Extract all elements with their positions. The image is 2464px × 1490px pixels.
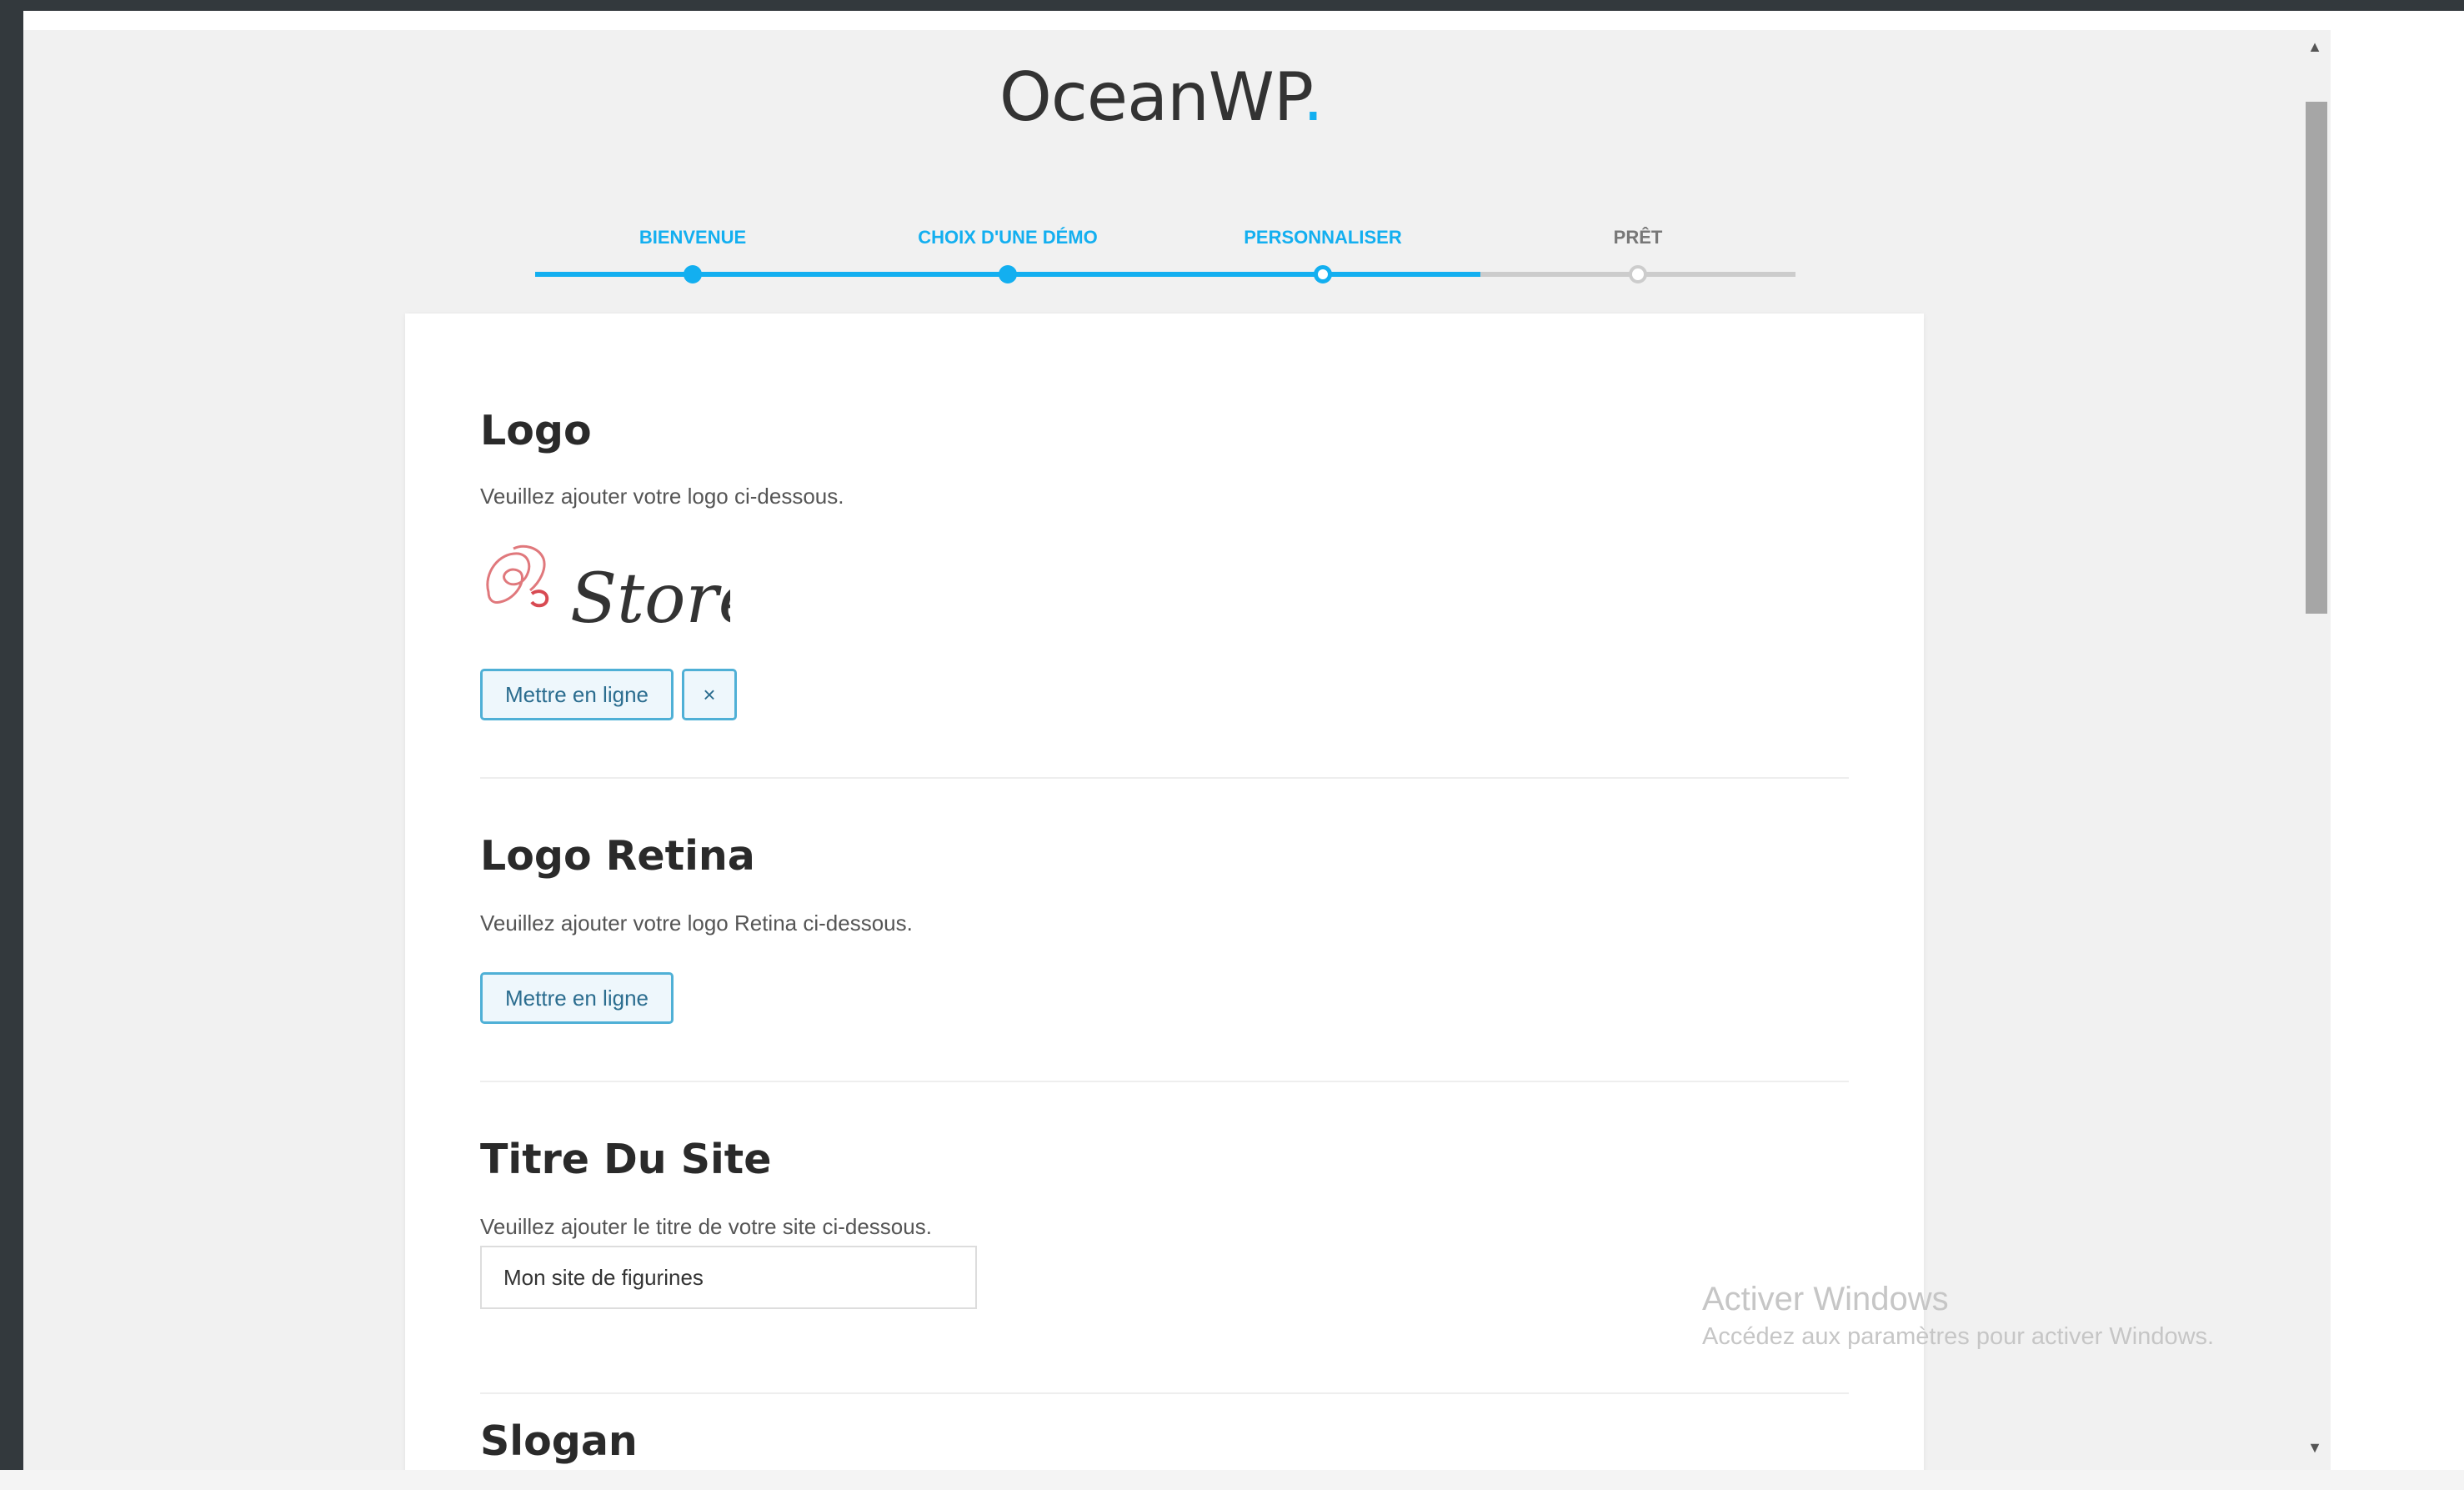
watermark-title: Activer Windows xyxy=(1702,1281,1949,1317)
section-desc-logo-retina: Veuillez ajouter votre logo Retina ci-de… xyxy=(480,911,913,936)
remove-logo-button[interactable]: × xyxy=(682,669,737,720)
site-title-input[interactable]: Mon site de figurines xyxy=(480,1246,977,1309)
brand-name: OceanWP xyxy=(999,58,1304,136)
section-divider xyxy=(480,777,1849,779)
section-title-logo-retina: Logo Retina xyxy=(480,832,755,880)
section-divider xyxy=(480,1081,1849,1082)
page-viewport: OceanWP. BIENVENUE CHOIX D'UNE DÉMO PERS… xyxy=(23,30,2331,1470)
arrow-down-icon[interactable]: ▼ xyxy=(2299,1439,2331,1457)
section-desc-site-title: Veuillez ajouter le titre de votre site … xyxy=(480,1214,932,1239)
section-title-slogan: Slogan xyxy=(480,1417,638,1465)
arrow-up-icon[interactable]: ▲ xyxy=(2299,38,2331,56)
upload-logo-button[interactable]: Mettre en ligne xyxy=(480,669,674,720)
windows-activation-watermark: Activer Windows Accédez aux paramètres p… xyxy=(1702,1281,2214,1351)
vertical-scrollbar[interactable]: ▲ ▼ xyxy=(2299,30,2331,1470)
logo-preview-image: Store xyxy=(480,540,759,639)
section-title-logo: Logo xyxy=(480,407,592,454)
upload-logo-retina-button[interactable]: Mettre en ligne xyxy=(480,972,674,1024)
step-dot-choix-demo[interactable] xyxy=(999,265,1017,283)
window-frame-bottom xyxy=(0,1470,2464,1490)
watermark-subtitle: Accédez aux paramètres pour activer Wind… xyxy=(1702,1323,2215,1350)
step-dot-pret xyxy=(1629,265,1647,283)
section-title-site-title: Titre Du Site xyxy=(480,1136,772,1183)
window-frame-top xyxy=(0,0,2464,11)
close-icon: × xyxy=(703,681,716,707)
wizard-progress: BIENVENUE CHOIX D'UNE DÉMO PERSONNALISER… xyxy=(535,195,1795,295)
step-label-bienvenue[interactable]: BIENVENUE xyxy=(555,227,830,248)
window-frame-left xyxy=(0,0,23,1490)
step-label-pret: PRÊT xyxy=(1613,227,1663,248)
step-label-personnaliser[interactable]: PERSONNALISER xyxy=(1185,227,1460,248)
step-dot-personnaliser[interactable] xyxy=(1314,265,1332,283)
brand-dot: . xyxy=(1302,58,1324,136)
store-logo-icon: Store xyxy=(486,544,759,639)
section-desc-logo: Veuillez ajouter votre logo ci-dessous. xyxy=(480,484,844,509)
svg-text:Store: Store xyxy=(570,559,730,632)
step-dot-bienvenue[interactable] xyxy=(684,265,702,283)
step-label-choix-demo[interactable]: CHOIX D'UNE DÉMO xyxy=(870,227,1145,248)
section-divider xyxy=(480,1392,1849,1394)
scrollbar-thumb[interactable] xyxy=(2306,102,2327,614)
brand-logo: OceanWP. xyxy=(23,58,2299,136)
